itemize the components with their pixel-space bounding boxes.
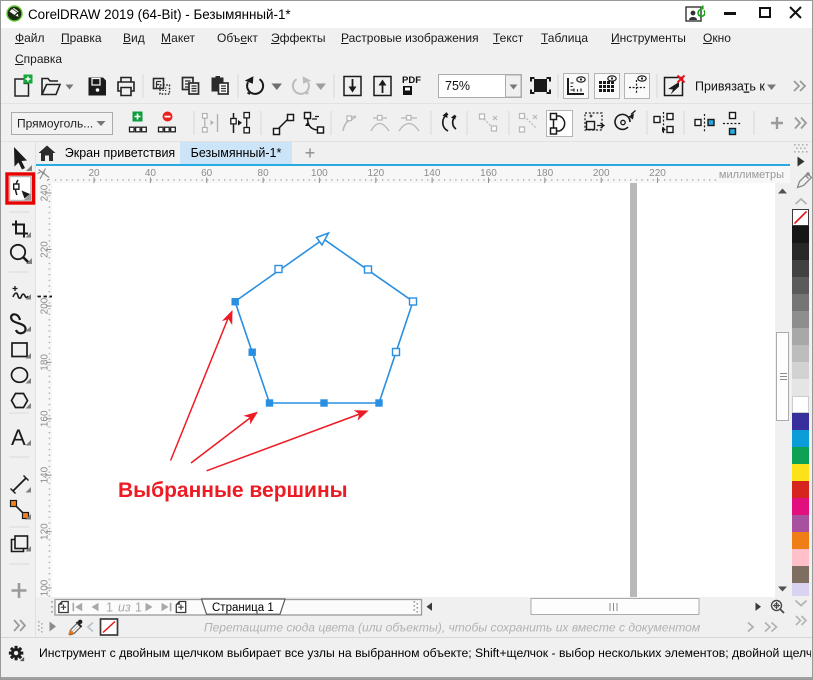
svg-text:Страница 1: Страница 1 [212,602,274,614]
svg-text:160: 160 [480,168,497,179]
svg-text:40: 40 [145,168,157,179]
svg-text:из: из [118,601,131,615]
svg-text:Перетащите сюда цвета (или объ: Перетащите сюда цвета (или объекты), что… [204,621,701,635]
svg-text:80: 80 [258,168,270,179]
svg-text:1: 1 [135,601,142,615]
svg-text:220: 220 [649,168,666,179]
svg-text:1: 1 [106,601,113,615]
svg-text:60: 60 [201,168,213,179]
svg-text:Прямоуголь...: Прямоуголь... [17,117,93,131]
svg-text:Привязать к: Привязать к [695,80,765,94]
svg-text:20: 20 [88,168,100,179]
svg-text:A: A [11,425,26,450]
svg-text:Выбранные вершины: Выбранные вершины [118,479,348,502]
svg-text:180: 180 [536,168,553,179]
svg-text:200: 200 [593,168,610,179]
svg-text:миллиметры: миллиметры [719,169,784,181]
svg-text:140: 140 [424,168,441,179]
svg-text:75%: 75% [445,79,470,93]
svg-text:PDF: PDF [402,75,421,86]
svg-text:120: 120 [367,168,384,179]
svg-text:100: 100 [311,168,328,179]
